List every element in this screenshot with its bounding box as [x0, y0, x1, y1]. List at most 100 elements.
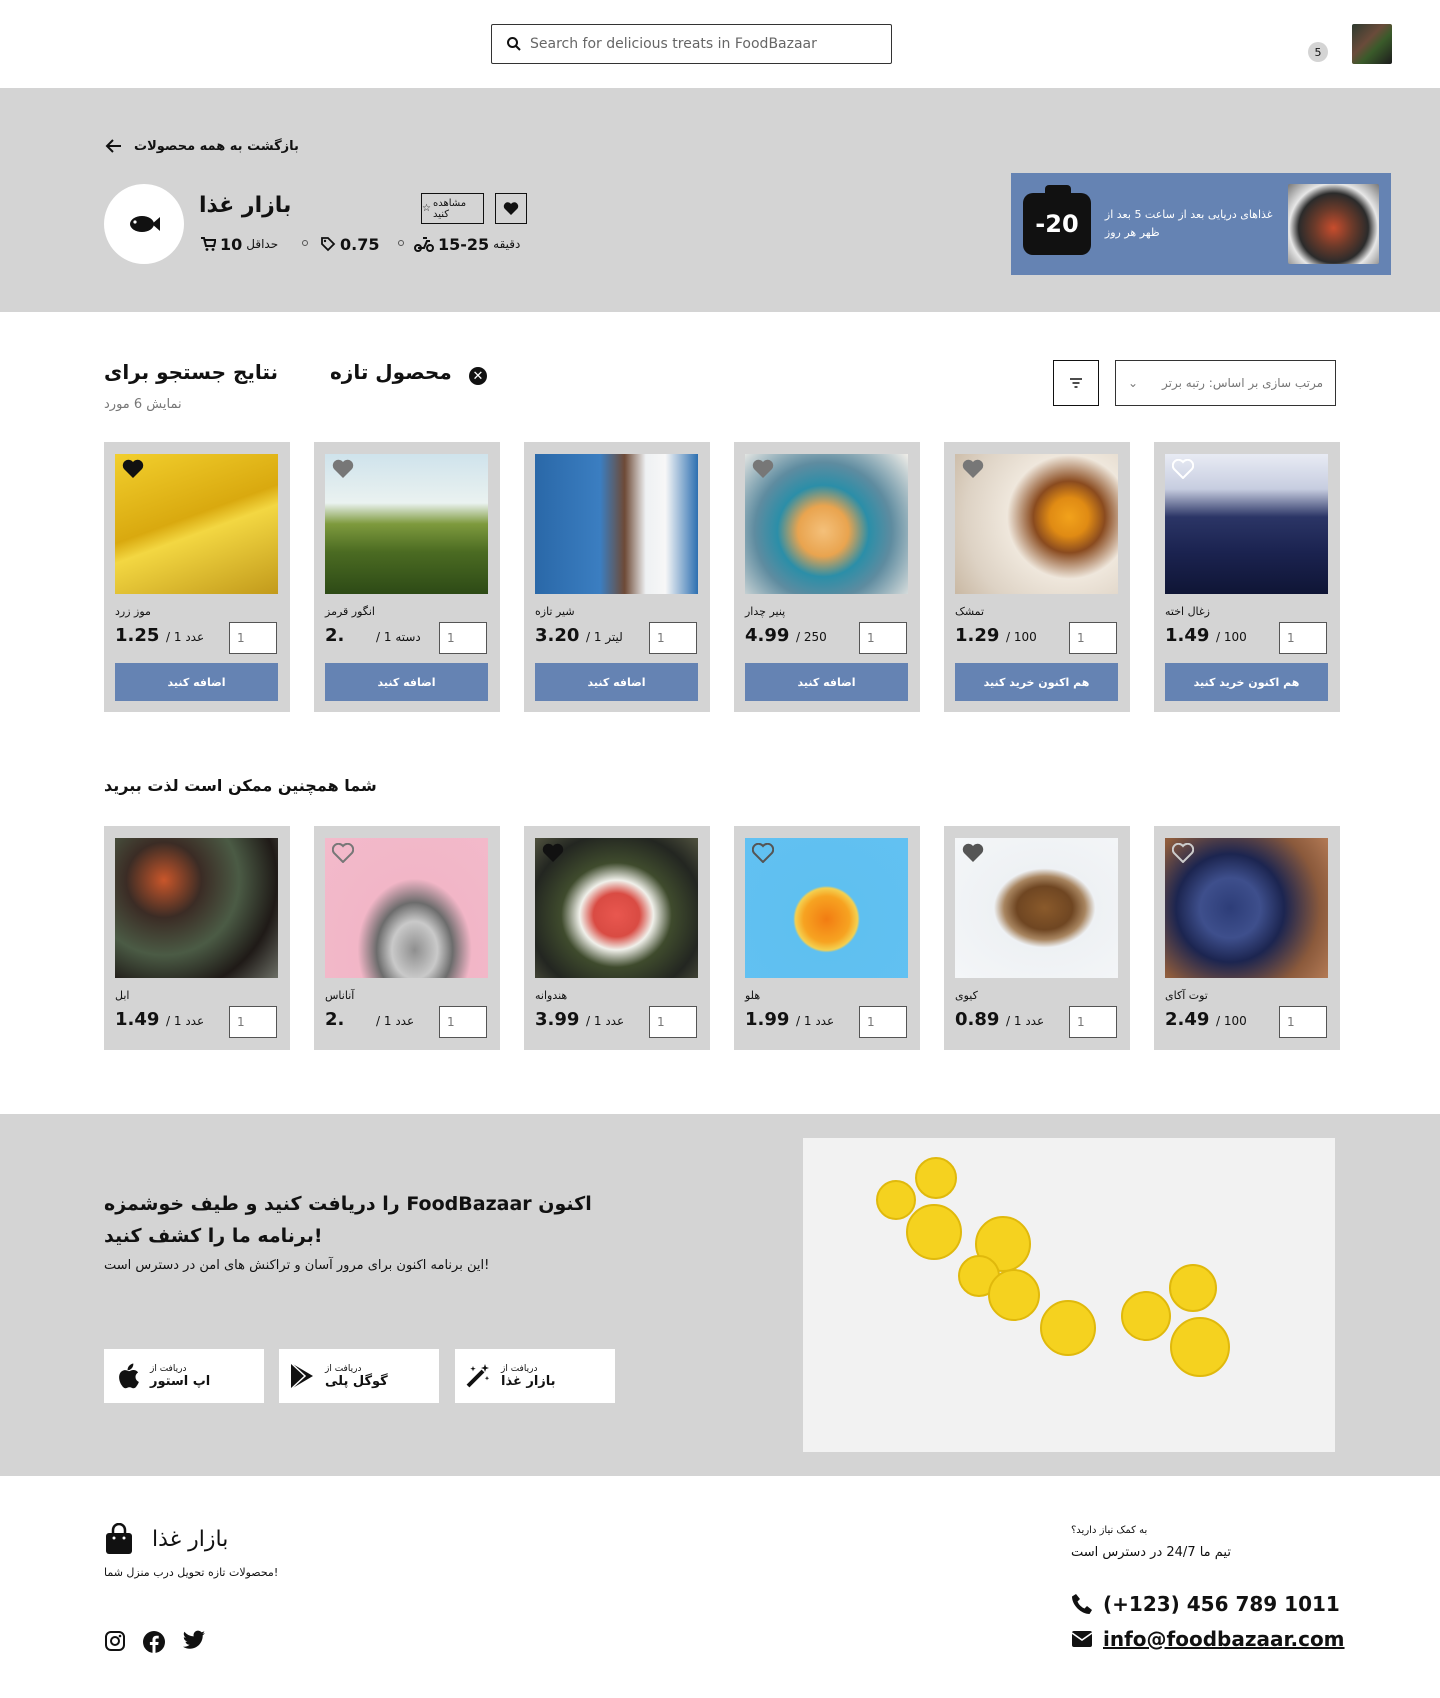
product-image [535, 454, 698, 594]
heart-icon[interactable] [962, 459, 984, 479]
sort-select[interactable]: ⌄ مرتب سازی بر اساس: رتبه برتر [1115, 360, 1336, 406]
google-play-icon [290, 1362, 313, 1390]
app-store-button[interactable]: دریافت از اپ استور [104, 1349, 264, 1403]
camera-discount-badge: -20 [1023, 185, 1091, 255]
twitter-icon[interactable] [182, 1630, 206, 1652]
promo-text: غذاهای دریایی بعد از ساعت 5 بعد از ظهر ه… [1104, 208, 1273, 239]
related-section-title: شما همچنین ممکن است لذت ببرید [104, 776, 377, 795]
add-to-cart-button[interactable]: اضافه کنید [745, 663, 908, 701]
buy-now-button[interactable]: هم اکنون خرید کنید [955, 663, 1118, 701]
heart-icon[interactable] [122, 459, 144, 479]
quantity-input[interactable] [229, 622, 277, 654]
store-logo [104, 184, 184, 264]
quantity-input[interactable] [649, 1006, 697, 1038]
related-card[interactable]: توت آکای 2.49 / 100 [1154, 826, 1340, 1050]
delivery-fee: 0.75 [320, 232, 379, 256]
instagram-icon[interactable] [104, 1630, 126, 1652]
search-icon [507, 37, 521, 51]
magic-wand-icon [466, 1364, 490, 1388]
add-to-cart-button[interactable]: اضافه کنید [325, 663, 488, 701]
footer-logo[interactable]: بازار غذا [104, 1522, 228, 1556]
seafood-image [1287, 184, 1379, 264]
product-card[interactable]: شیر تازه 3.20 / 1 لیتر اضافه کنید [524, 442, 710, 712]
heart-icon[interactable] [332, 459, 354, 479]
clear-search-icon[interactable]: ✕ [469, 367, 487, 385]
quantity-input[interactable] [1279, 622, 1327, 654]
related-card[interactable]: آناناس 2. / 1 عدد [314, 826, 500, 1050]
search-placeholder: Search for delicious treats in FoodBazaa… [530, 36, 817, 52]
tag-icon [321, 237, 336, 252]
quantity-input[interactable] [439, 1006, 487, 1038]
favorite-store-button[interactable] [495, 193, 527, 224]
rate-store-button[interactable]: ☆ مشاهده کنید [421, 193, 484, 224]
add-to-cart-button[interactable]: اضافه کنید [115, 663, 278, 701]
back-to-products-link[interactable]: بازگشت به همه محصولات [104, 134, 299, 158]
quantity-input[interactable] [649, 622, 697, 654]
delivery-time: 15-25 دقیقه [414, 232, 520, 256]
quantity-input[interactable] [1069, 622, 1117, 654]
user-avatar[interactable] [1352, 24, 1392, 64]
quantity-input[interactable] [1279, 1006, 1327, 1038]
related-card[interactable]: کیوی 0.89 / 1 عدد [944, 826, 1130, 1050]
promo-banner[interactable]: -20 غذاهای دریایی بعد از ساعت 5 بعد از ظ… [1011, 173, 1391, 275]
apple-icon [119, 1363, 139, 1389]
help-availability: تیم ما 24/7 در دسترس است [1071, 1545, 1231, 1560]
footer-tagline: محصولات تازه تحویل درب منزل شما! [104, 1566, 279, 1579]
foodbazaar-app-button[interactable]: دریافت از بازار غذا [455, 1349, 615, 1403]
delivery-icon [414, 237, 434, 252]
google-play-button[interactable]: دریافت از گوگل پلی [279, 1349, 439, 1403]
quantity-input[interactable] [229, 1006, 277, 1038]
lemons-image [803, 1138, 1335, 1452]
add-to-cart-button[interactable]: اضافه کنید [535, 663, 698, 701]
chevron-down-icon: ⌄ [1128, 376, 1139, 390]
filter-button[interactable] [1053, 360, 1099, 406]
related-card[interactable]: ابل 1.49 / 1 عدد [104, 826, 290, 1050]
envelope-icon [1071, 1631, 1093, 1647]
heart-icon[interactable] [962, 843, 984, 863]
product-card[interactable]: زغال اخته 1.49 / 100 هم اکنون خرید کنید [1154, 442, 1340, 712]
related-card[interactable]: هندوانه 3.99 / 1 عدد [524, 826, 710, 1050]
quantity-input[interactable] [859, 1006, 907, 1038]
search-input[interactable]: Search for delicious treats in FoodBazaa… [491, 24, 892, 64]
product-card[interactable]: موز زرد 1.25 / 1 عدد اضافه کنید [104, 442, 290, 712]
product-card[interactable]: انگور قرمز 2. / 1 دسته اضافه کنید [314, 442, 500, 712]
product-card[interactable]: تمشک 1.29 / 100 هم اکنون خرید کنید [944, 442, 1130, 712]
min-order: 10 حداقل [200, 232, 278, 256]
heart-icon[interactable] [1172, 843, 1194, 863]
quantity-input[interactable] [1069, 1006, 1117, 1038]
separator-dot [398, 240, 404, 246]
filter-icon [1070, 378, 1082, 388]
quantity-input[interactable] [859, 622, 907, 654]
related-card[interactable]: هلو 1.99 / 1 عدد [734, 826, 920, 1050]
heart-icon[interactable] [542, 843, 564, 863]
facebook-icon[interactable] [142, 1630, 166, 1654]
email-link[interactable]: info@foodbazaar.com [1071, 1627, 1345, 1651]
separator-dot [302, 240, 308, 246]
arrow-left-icon [105, 139, 121, 153]
results-title: نتایج جستجو برای [104, 360, 279, 384]
heart-icon [503, 201, 519, 215]
social-links [104, 1630, 206, 1654]
app-promo-subtitle: این برنامه اکنون برای مرور آسان و تراکنش… [104, 1258, 490, 1273]
results-count: نمایش 6 مورد [104, 397, 182, 412]
cart-icon [201, 237, 216, 251]
lemons-illustration [803, 1138, 1335, 1452]
app-promo-title: را دریافت کنید و طیف خوشمزه FoodBazaar ا… [104, 1193, 592, 1247]
buy-now-button[interactable]: هم اکنون خرید کنید [1165, 663, 1328, 701]
search-query: محصول تازه [330, 360, 452, 384]
phone-icon [1072, 1594, 1092, 1614]
store-name: بازار غذا [199, 193, 292, 218]
quantity-input[interactable] [439, 622, 487, 654]
star-icon: ☆ [422, 203, 431, 214]
product-card[interactable]: پنیر چدار 4.99 / 250 اضافه کنید [734, 442, 920, 712]
help-question: به کمک نیاز دارید؟ [1071, 1525, 1148, 1536]
product-image [115, 838, 278, 978]
heart-icon[interactable] [1172, 459, 1194, 479]
shopping-bag-icon [106, 1523, 132, 1554]
heart-icon[interactable] [752, 459, 774, 479]
cart-count-badge[interactable]: 5 [1308, 42, 1328, 62]
heart-icon[interactable] [332, 843, 354, 863]
heart-icon[interactable] [752, 843, 774, 863]
fish-icon [130, 216, 160, 232]
phone-link[interactable]: (+123) 456 789 1011 [1071, 1592, 1340, 1616]
